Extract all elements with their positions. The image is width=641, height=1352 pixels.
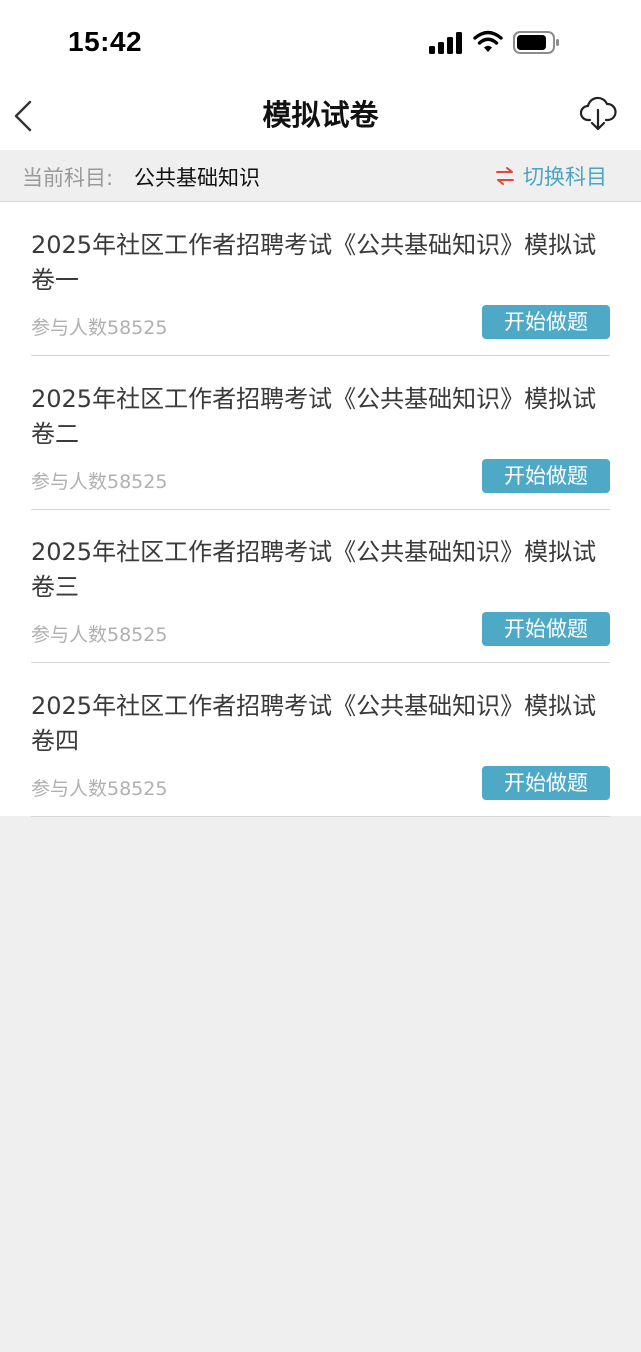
participant-count: 参与人数58525 — [31, 317, 168, 339]
paper-title[interactable]: 2025年社区工作者招聘考试《公共基础知识》模拟试卷四 — [31, 689, 610, 759]
nav-bar: 模拟试卷 — [0, 80, 641, 150]
status-bar: 15:42 — [0, 0, 641, 80]
page-title: 模拟试卷 — [262, 98, 379, 132]
participant-count: 参与人数58525 — [31, 471, 168, 493]
subject-bar: 当前科目: 公共基础知识 切换科目 — [0, 150, 641, 202]
paper-title[interactable]: 2025年社区工作者招聘考试《公共基础知识》模拟试卷一 — [31, 228, 610, 298]
paper-title[interactable]: 2025年社区工作者招聘考试《公共基础知识》模拟试卷三 — [31, 535, 610, 605]
start-quiz-button[interactable]: 开始做题 — [482, 766, 610, 800]
start-quiz-button[interactable]: 开始做题 — [482, 305, 610, 339]
paper-title[interactable]: 2025年社区工作者招聘考试《公共基础知识》模拟试卷二 — [31, 382, 610, 452]
participant-count: 参与人数58525 — [31, 778, 168, 800]
paper-item: 2025年社区工作者招聘考试《公共基础知识》模拟试卷四 参与人数58525 开始… — [31, 663, 610, 817]
subject-value: 公共基础知识 — [134, 166, 260, 190]
switch-subject-button[interactable]: 切换科目 — [495, 162, 607, 190]
wifi-icon — [473, 30, 503, 52]
status-time: 15:42 — [68, 26, 143, 57]
start-quiz-button[interactable]: 开始做题 — [482, 459, 610, 493]
paper-item: 2025年社区工作者招聘考试《公共基础知识》模拟试卷一 参与人数58525 开始… — [31, 202, 610, 356]
paper-list: 2025年社区工作者招聘考试《公共基础知识》模拟试卷一 参与人数58525 开始… — [0, 202, 641, 817]
battery-icon — [513, 31, 559, 54]
swap-arrows-icon — [496, 167, 514, 185]
start-quiz-button[interactable]: 开始做题 — [482, 612, 610, 646]
paper-item: 2025年社区工作者招聘考试《公共基础知识》模拟试卷二 参与人数58525 开始… — [31, 356, 610, 510]
signal-icon — [429, 32, 462, 54]
subject-label: 当前科目: — [22, 166, 114, 190]
download-button[interactable] — [579, 96, 617, 132]
switch-subject-label: 切换科目 — [523, 165, 607, 189]
participant-count: 参与人数58525 — [31, 624, 168, 646]
paper-item: 2025年社区工作者招聘考试《公共基础知识》模拟试卷三 参与人数58525 开始… — [31, 509, 610, 663]
cloud-download-icon — [579, 96, 617, 131]
